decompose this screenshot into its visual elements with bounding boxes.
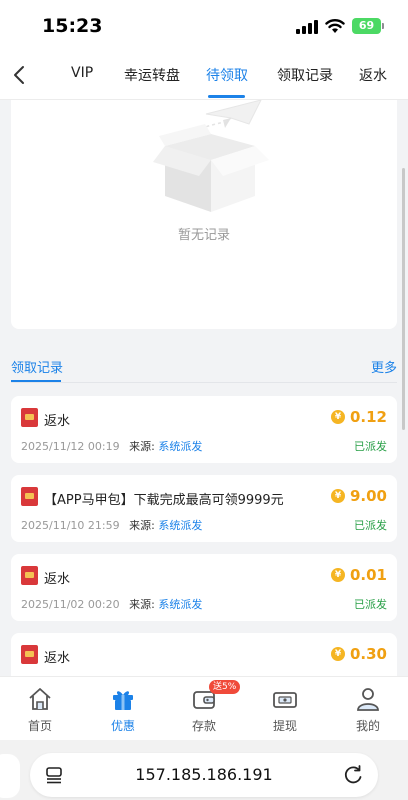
- nav-home-label: 首页: [27, 719, 52, 733]
- coin-icon: ¥: [330, 647, 345, 661]
- nav-profile[interactable]: 我的: [338, 677, 398, 741]
- record-source: 系统派发: [158, 440, 203, 453]
- nav-home[interactable]: 首页: [10, 677, 70, 741]
- record-amount: ¥ 0.12: [330, 408, 387, 426]
- coin-icon: ¥: [330, 568, 345, 582]
- coin-icon: ¥: [330, 410, 345, 424]
- section-divider: [11, 382, 397, 383]
- record-status: 已派发: [354, 519, 387, 532]
- nav-promotions-label: 优惠: [110, 719, 135, 733]
- empty-box-icon: [153, 100, 269, 212]
- record-amount-value: 0.01: [349, 566, 387, 584]
- record-time: 2025/11/12 00:19: [21, 440, 120, 453]
- record-status: 已派发: [354, 440, 387, 453]
- withdraw-icon: [273, 692, 297, 708]
- record-amount-value: 0.12: [349, 408, 387, 426]
- nav-deposit-label: 存款: [191, 719, 216, 733]
- user-icon: [357, 688, 379, 711]
- battery-tip: [382, 23, 384, 29]
- record-item[interactable]: 返水 ¥ 0.12 2025/11/12 00:19 来源: 系统派发 已派发: [11, 396, 397, 463]
- record-item[interactable]: 【APP马甲包】下载完成最高可领9999元 ¥ 9.00 2025/11/10 …: [11, 475, 397, 542]
- nav-withdraw-label: 提现: [272, 719, 297, 733]
- record-amount-value: 0.30: [349, 645, 387, 663]
- battery-indicator: 69: [352, 18, 381, 34]
- record-source-label: 来源:: [129, 598, 155, 611]
- status-time: 15:23: [42, 15, 103, 37]
- nav-withdraw[interactable]: 提现: [255, 677, 315, 741]
- red-envelope-icon: [21, 487, 38, 506]
- tab-lucky-wheel[interactable]: 幸运转盘: [124, 65, 180, 85]
- empty-state-text: 暂无记录: [177, 228, 230, 243]
- record-source-label: 来源:: [129, 440, 155, 453]
- record-source: 系统派发: [158, 598, 203, 611]
- red-envelope-icon: [21, 408, 38, 427]
- browser-bar: 157.185.186.191: [0, 740, 408, 800]
- url-bar[interactable]: 157.185.186.191: [30, 753, 378, 797]
- signal-icon: [296, 19, 320, 34]
- tab-pending[interactable]: 待领取: [206, 65, 248, 85]
- record-title: 返水: [44, 651, 71, 666]
- scrollbar[interactable]: [402, 168, 405, 430]
- record-status: 已派发: [354, 598, 387, 611]
- nav-promotions[interactable]: 优惠: [93, 677, 153, 741]
- record-amount-value: 9.00: [349, 487, 387, 505]
- record-amount: ¥ 0.01: [330, 566, 387, 584]
- more-link[interactable]: 更多: [371, 357, 397, 376]
- empty-state-card: 暂无记录: [11, 100, 397, 329]
- tabs-bar: VIP 幸运转盘 待领取 领取记录 返水: [0, 52, 408, 100]
- record-source-label: 来源:: [129, 519, 155, 532]
- record-amount: ¥ 0.30: [330, 645, 387, 663]
- deposit-promo-badge: 送5%: [209, 680, 241, 694]
- bottom-nav: 首页 优惠 存款 送5% 提现 我的: [0, 676, 408, 740]
- record-item[interactable]: 返水 ¥ 0.01 2025/11/02 00:20 来源: 系统派发 已派发: [11, 554, 397, 621]
- record-amount: ¥ 9.00: [330, 487, 387, 505]
- records-section-title[interactable]: 领取记录: [11, 357, 63, 376]
- wifi-icon: [325, 19, 345, 33]
- record-meta: 2025/11/10 21:59 来源: 系统派发: [21, 517, 202, 533]
- gift-icon: [113, 691, 133, 710]
- red-envelope-icon: [21, 645, 38, 664]
- previous-tab-handle[interactable]: [0, 754, 20, 798]
- back-icon[interactable]: [10, 64, 30, 86]
- record-title: 返水: [44, 572, 71, 587]
- tab-claim-records[interactable]: 领取记录: [277, 65, 333, 85]
- records-section-header: 领取记录 更多: [0, 340, 408, 384]
- status-bar: 15:23 69: [0, 0, 408, 52]
- record-meta: 2025/11/02 00:20 来源: 系统派发: [21, 596, 202, 612]
- url-text: 157.185.186.191: [135, 765, 273, 784]
- record-time: 2025/11/02 00:20: [21, 598, 120, 611]
- record-source: 系统派发: [158, 519, 203, 532]
- nav-profile-label: 我的: [355, 719, 380, 733]
- tab-vip[interactable]: VIP: [71, 65, 93, 81]
- red-envelope-icon: [21, 566, 38, 585]
- tab-rebate[interactable]: 返水: [359, 65, 387, 85]
- record-title: 【APP马甲包】下载完成最高可领9999元: [44, 493, 284, 508]
- record-title: 返水: [44, 414, 71, 429]
- record-time: 2025/11/10 21:59: [21, 519, 120, 532]
- active-tab-indicator: [208, 95, 245, 98]
- record-meta: 2025/11/12 00:19 来源: 系统派发: [21, 438, 202, 454]
- home-icon: [29, 688, 51, 710]
- coin-icon: ¥: [330, 489, 345, 503]
- reload-icon[interactable]: [342, 764, 364, 786]
